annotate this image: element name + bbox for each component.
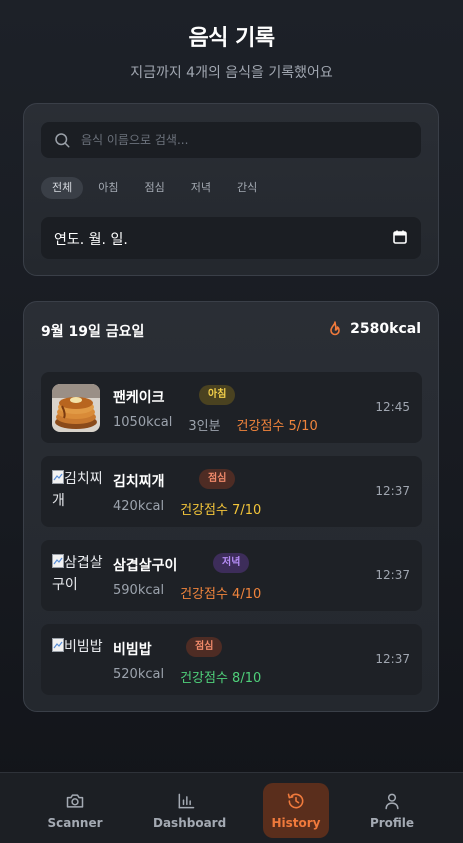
broken-image: 김치찌개 [52,468,104,516]
day-total: 2580kcal [328,321,421,337]
page-title: 음식 기록 [188,26,275,51]
meal-time: 12:37 [375,568,410,582]
meal-time: 12:37 [375,652,410,666]
meal-kcal: 1050kcal [113,415,173,430]
calendar-icon[interactable] [393,230,407,244]
page-header: 음식 기록 지금까지 4개의 음식을 기록했어요 [0,20,463,82]
meal-name: 삼겹살구이 [113,558,178,574]
meal-name: 팬케이크 [113,390,165,406]
meal-time: 12:45 [375,400,410,414]
meal-kcal: 520kcal [113,667,165,682]
meal-item[interactable]: 삼겹살구이 삼겹살구이 저녁 590kcal 건강점수 4/10 12:37 [41,540,422,611]
day-total-kcal: 2580kcal [350,321,421,337]
bottom-nav: Scanner Dashboard History Profile [0,772,463,843]
bar-chart-icon [178,793,195,809]
nav-dashboard[interactable]: Dashboard [153,783,227,838]
user-icon [385,793,399,810]
meal-meta: 520kcal 건강점수 8/10 [113,667,261,686]
search-icon [55,133,70,148]
day-group-card: 9월 19일 금요일 2580kcal 팬케이크 아침 1050kcal 3인분… [23,301,439,712]
nav-label: Profile [369,816,415,830]
nav-scanner[interactable]: Scanner [42,783,108,838]
meal-meta: 590kcal 건강점수 4/10 [113,583,261,602]
broken-image: 비빔밥 [52,636,104,684]
nav-label: Dashboard [153,816,227,830]
meal-item[interactable]: 김치찌개 김치찌개 점심 420kcal 건강점수 7/10 12:37 [41,456,422,527]
health-score: 건강점수 7/10 [180,503,262,518]
fire-icon [330,321,340,336]
search-box[interactable] [41,122,421,158]
camera-icon [66,794,84,808]
meal-servings: 3인분 [188,419,221,434]
broken-image-icon [52,554,64,568]
meal-kcal: 420kcal [113,499,165,514]
food-thumbnail [52,384,100,432]
meal-type-badge: 아침 [199,385,236,405]
nav-label: History [271,816,321,830]
search-input[interactable] [81,122,411,158]
health-score: 건강점수 8/10 [180,671,262,686]
broken-image-icon [52,470,64,484]
nav-label: Scanner [47,816,103,830]
health-score: 건강점수 5/10 [236,419,318,434]
meal-type-filter: 전체 아침 점심 저녁 간식 [41,177,268,199]
broken-image: 삼겹살구이 [52,552,104,600]
meal-item[interactable]: 비빔밥 비빔밥 점심 520kcal 건강점수 8/10 12:37 [41,624,422,695]
meal-meta: 1050kcal 3인분 건강점수 5/10 [113,415,318,434]
chip-breakfast[interactable]: 아침 [87,177,129,199]
meal-item[interactable]: 팬케이크 아침 1050kcal 3인분 건강점수 5/10 12:45 [41,372,422,443]
meal-time: 12:37 [375,484,410,498]
health-score: 건강점수 4/10 [180,587,262,602]
broken-image-icon [52,638,64,652]
day-header: 9월 19일 금요일 2580kcal [41,321,421,343]
nav-history[interactable]: History [263,783,329,838]
filter-card: 전체 아침 점심 저녁 간식 연도. 월. 일. [23,103,439,276]
nav-profile[interactable]: Profile [359,783,425,838]
meal-name: 김치찌개 [113,474,165,490]
history-icon [287,793,304,809]
date-picker[interactable]: 연도. 월. 일. [41,217,421,259]
chip-snack[interactable]: 간식 [226,177,268,199]
meal-kcal: 590kcal [113,583,165,598]
chip-dinner[interactable]: 저녁 [180,177,222,199]
chip-lunch[interactable]: 점심 [134,177,176,199]
meal-type-badge: 점심 [199,469,236,489]
day-date: 9월 19일 금요일 [41,324,145,340]
meal-type-badge: 저녁 [213,553,250,573]
image-alt-text: 비빔밥 [64,639,103,655]
page-subtitle: 지금까지 4개의 음식을 기록했어요 [130,65,333,81]
meal-type-badge: 점심 [186,637,223,657]
date-input-text: 연도. 월. 일. [54,232,128,248]
meal-name: 비빔밥 [113,642,152,658]
meal-meta: 420kcal 건강점수 7/10 [113,499,261,518]
chip-all[interactable]: 전체 [41,177,84,199]
